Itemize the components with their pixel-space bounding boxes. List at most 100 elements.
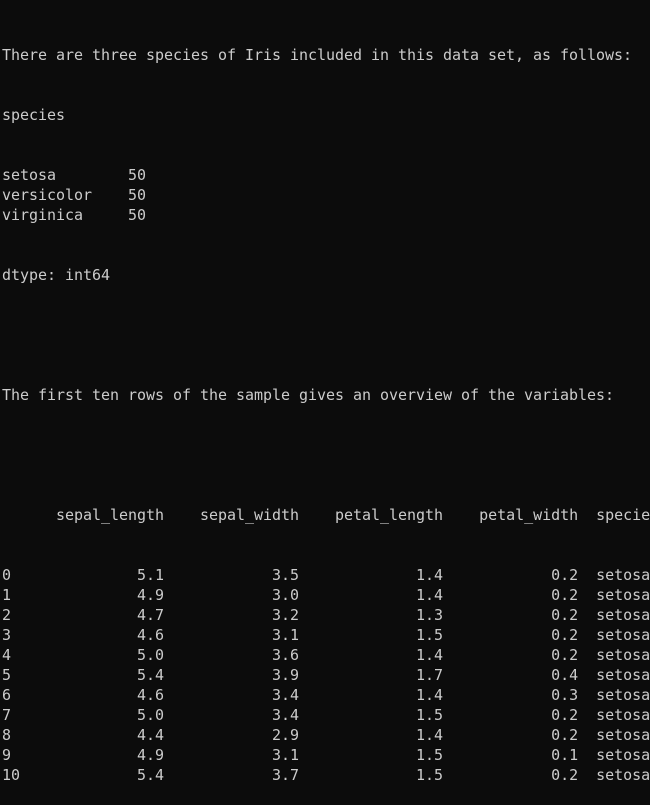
table-cell: 1.4 xyxy=(299,566,444,584)
table-cell: 0.2 xyxy=(443,726,579,744)
table-cell: 1.4 xyxy=(299,586,444,604)
species-count: 50 xyxy=(128,166,147,184)
table-row: 6 4.6 3.4 1.4 0.3 setosa xyxy=(2,685,650,705)
row-index: 0 xyxy=(2,566,21,584)
table-row: 10 5.4 3.7 1.5 0.2 setosa xyxy=(2,765,650,785)
console-output: There are three species of Iris included… xyxy=(2,5,650,805)
species-count: 50 xyxy=(128,206,147,224)
table-cell: 5.0 xyxy=(20,706,165,724)
table-cell: 0.2 xyxy=(443,646,579,664)
species-counts: setosa 50 versicolor 50 virginica 50 xyxy=(2,165,650,225)
table-cell: 3.9 xyxy=(164,666,300,684)
row-index: 6 xyxy=(2,686,21,704)
table-cell: 3.5 xyxy=(164,566,300,584)
table-cell: 1.4 xyxy=(299,646,444,664)
intro-line: There are three species of Iris included… xyxy=(2,46,633,64)
table-cell: 0.2 xyxy=(443,606,579,624)
table-cell: 1.4 xyxy=(299,726,444,744)
row-index: 9 xyxy=(2,746,21,764)
dtype-line: dtype: int64 xyxy=(2,266,111,284)
table-row: 3 4.6 3.1 1.5 0.2 setosa xyxy=(2,625,650,645)
table-cell: 1.5 xyxy=(299,706,444,724)
table-cell: 1.3 xyxy=(299,606,444,624)
table-cell: 4.7 xyxy=(20,606,165,624)
table-row: 5 5.4 3.9 1.7 0.4 setosa xyxy=(2,665,650,685)
table-cell: setosa xyxy=(578,686,650,704)
row-index: 2 xyxy=(2,606,21,624)
table-cell: 5.0 xyxy=(20,646,165,664)
row-index: 5 xyxy=(2,666,21,684)
table-cell: 0.1 xyxy=(443,746,579,764)
table-cell: 3.6 xyxy=(164,646,300,664)
species-count-row: setosa 50 xyxy=(2,165,650,185)
table-cell: setosa xyxy=(578,766,650,784)
row-index: 8 xyxy=(2,726,21,744)
table-cell: 4.4 xyxy=(20,726,165,744)
table-cell: setosa xyxy=(578,626,650,644)
table-cell: 2.9 xyxy=(164,726,300,744)
table-row: 4 5.0 3.6 1.4 0.2 setosa xyxy=(2,645,650,665)
table-header-row: sepal_length sepal_width petal_length pe… xyxy=(2,505,650,525)
row-index: 4 xyxy=(2,646,21,664)
table-cell: 3.1 xyxy=(164,746,300,764)
table-cell: setosa xyxy=(578,666,650,684)
table-cell: 0.2 xyxy=(443,566,579,584)
species-count-row: virginica 50 xyxy=(2,205,650,225)
row-index: 1 xyxy=(2,586,21,604)
table-cell: 4.9 xyxy=(20,746,165,764)
table-cell: 4.6 xyxy=(20,626,165,644)
species-count-row: versicolor 50 xyxy=(2,185,650,205)
table-cell: setosa xyxy=(578,726,650,744)
table-row: 0 5.1 3.5 1.4 0.2 setosa xyxy=(2,565,650,585)
table-cell: 5.1 xyxy=(20,566,165,584)
table-cell: 1.5 xyxy=(299,746,444,764)
table-cell: 3.4 xyxy=(164,686,300,704)
table-cell: 0.3 xyxy=(443,686,579,704)
table-row: 1 4.9 3.0 1.4 0.2 setosa xyxy=(2,585,650,605)
column-header: species xyxy=(596,506,650,524)
table-cell: 3.1 xyxy=(164,626,300,644)
table-cell: 3.0 xyxy=(164,586,300,604)
table-cell: 1.7 xyxy=(299,666,444,684)
species-name: versicolor xyxy=(2,186,129,204)
table-cell: 5.4 xyxy=(20,666,165,684)
row-index: 3 xyxy=(2,626,21,644)
table-row: 8 4.4 2.9 1.4 0.2 setosa xyxy=(2,725,650,745)
table-cell: setosa xyxy=(578,646,650,664)
table-cell: 3.4 xyxy=(164,706,300,724)
table-cell: 1.5 xyxy=(299,766,444,784)
counts-header: species xyxy=(2,106,66,124)
table-row: 2 4.7 3.2 1.3 0.2 setosa xyxy=(2,605,650,625)
table-intro-line: The first ten rows of the sample gives a… xyxy=(2,386,615,404)
column-header: petal_width xyxy=(461,506,597,524)
table-cell: 0.2 xyxy=(443,706,579,724)
column-header: sepal_length xyxy=(38,506,183,524)
table-cell: 1.4 xyxy=(299,686,444,704)
table-cell: 3.2 xyxy=(164,606,300,624)
row-index: 7 xyxy=(2,706,21,724)
table-cell: 3.7 xyxy=(164,766,300,784)
row-index: 10 xyxy=(2,766,21,784)
table-cell: 0.4 xyxy=(443,666,579,684)
column-header: petal_length xyxy=(317,506,462,524)
table-cell: setosa xyxy=(578,566,650,584)
table-cell: 5.4 xyxy=(20,766,165,784)
table-cell: setosa xyxy=(578,706,650,724)
species-count: 50 xyxy=(128,186,147,204)
table-row: 7 5.0 3.4 1.5 0.2 setosa xyxy=(2,705,650,725)
table-cell: setosa xyxy=(578,606,650,624)
species-name: setosa xyxy=(2,166,129,184)
table-row: 9 4.9 3.1 1.5 0.1 setosa xyxy=(2,745,650,765)
table-cell: 1.5 xyxy=(299,626,444,644)
table-cell: 0.2 xyxy=(443,626,579,644)
column-header: sepal_width xyxy=(182,506,318,524)
table-cell: setosa xyxy=(578,746,650,764)
table-cell: setosa xyxy=(578,586,650,604)
table-cell: 4.6 xyxy=(20,686,165,704)
table-cell: 4.9 xyxy=(20,586,165,604)
table-cell: 0.2 xyxy=(443,586,579,604)
species-name: virginica xyxy=(2,206,129,224)
table-body: 0 5.1 3.5 1.4 0.2 setosa 1 4.9 3.0 1.4 0.… xyxy=(2,565,650,785)
